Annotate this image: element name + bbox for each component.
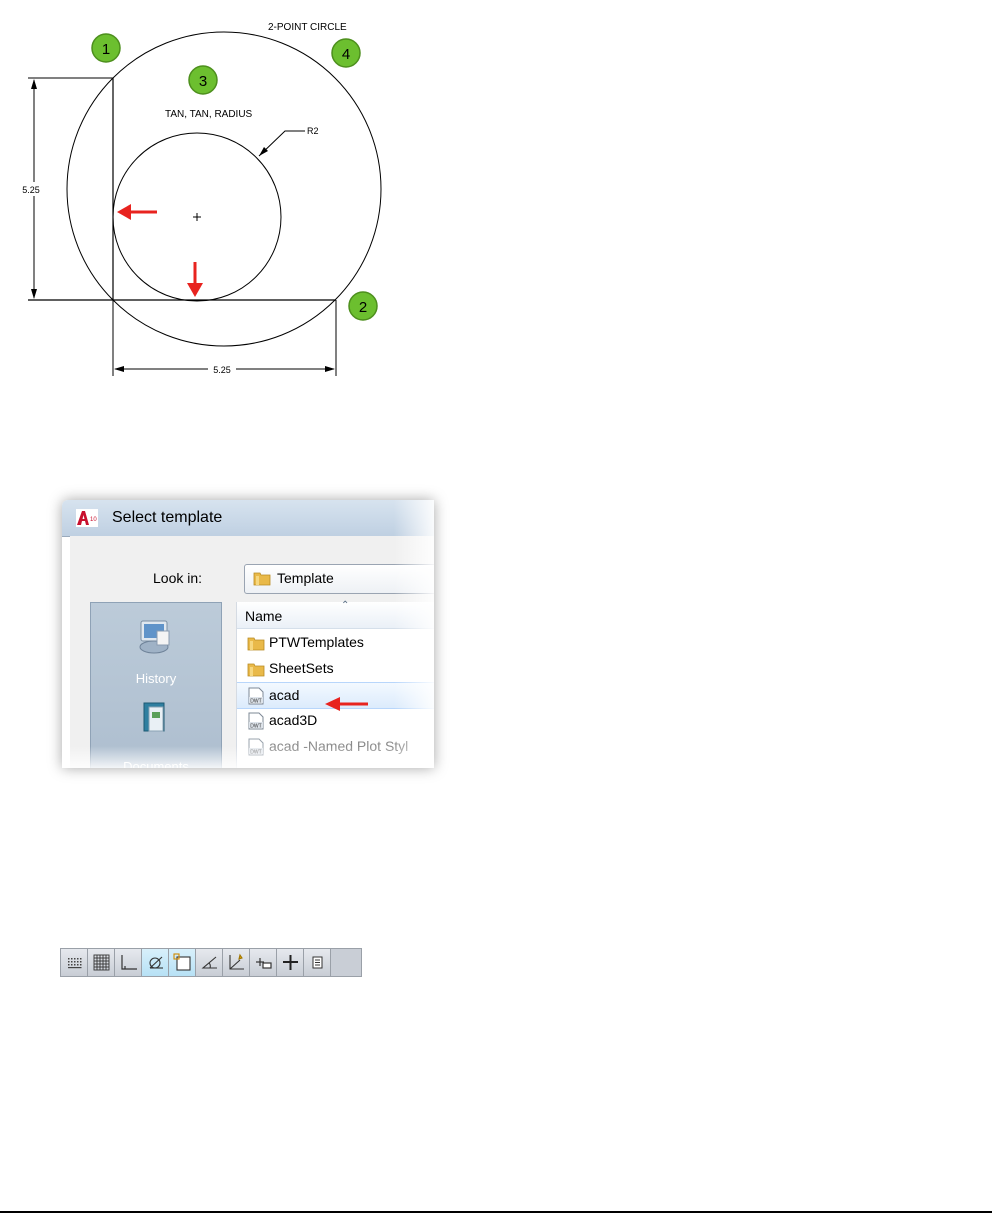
list-item[interactable]: SheetSets — [237, 656, 434, 681]
svg-text:1: 1 — [102, 41, 110, 58]
autocad-icon: 10 — [76, 509, 98, 527]
ortho-mode-icon — [121, 955, 137, 970]
tangent-arrow-left — [117, 204, 157, 220]
snap-mode-button[interactable] — [61, 949, 88, 976]
folder-icon — [253, 572, 271, 586]
radius-label: R2 — [307, 126, 319, 136]
file-name: acad — [269, 687, 300, 703]
folder-icon — [247, 663, 265, 677]
places-history[interactable]: History — [91, 611, 221, 691]
polar-tracking-button[interactable] — [142, 949, 169, 976]
pointer-arrow-icon — [325, 697, 368, 711]
tan-tan-radius-label: TAN, TAN, RADIUS — [165, 109, 253, 120]
dynamic-input-button[interactable] — [250, 949, 277, 976]
places-history-label: History — [135, 671, 177, 686]
dynamic-ucs-icon — [229, 953, 244, 970]
dynamic-input-icon — [256, 958, 272, 969]
svg-text:10: 10 — [90, 517, 97, 523]
snap-mode-icon — [68, 958, 82, 969]
svg-text:DWT: DWT — [250, 699, 261, 705]
svg-text:3: 3 — [199, 73, 207, 90]
grid-display-icon — [93, 954, 110, 971]
horizontal-dim-arrow-right — [325, 366, 335, 372]
file-name: acad -Named Plot Styl — [269, 738, 409, 754]
quick-properties-icon — [312, 956, 323, 969]
vertical-dim-arrow-top — [31, 79, 37, 89]
look-in-dropdown[interactable]: Template — [244, 564, 434, 594]
center-mark — [193, 213, 201, 221]
sort-ascending-icon: ⌃ — [341, 600, 350, 611]
horizontal-dimension-text: 5.25 — [213, 365, 231, 375]
3d-object-snap-button[interactable] — [196, 949, 223, 976]
select-template-dialog: 10 Select template Look in: Template His… — [62, 500, 434, 768]
horizontal-dim-arrow-left — [114, 366, 124, 372]
list-item[interactable]: DWT acad -Named Plot Styl — [237, 734, 434, 759]
history-icon — [139, 620, 170, 654]
marker-1: 1 — [91, 33, 121, 63]
svg-text:DWT: DWT — [250, 724, 261, 730]
svg-text:2: 2 — [359, 299, 367, 316]
status-bar-toggles — [60, 948, 362, 977]
marker-2: 2 — [348, 291, 378, 321]
svg-text:DWT: DWT — [250, 750, 261, 756]
column-header-label: Name — [245, 608, 283, 624]
object-snap-icon — [173, 953, 191, 971]
file-name: acad3D — [269, 712, 318, 728]
two-point-circle-label: 2-POINT CIRCLE — [268, 22, 347, 33]
folder-icon — [247, 637, 265, 651]
polar-tracking-icon — [149, 956, 163, 969]
marker-3: 3 — [188, 65, 218, 95]
list-item[interactable]: PTWTemplates — [237, 630, 434, 655]
lineweight-button[interactable] — [277, 949, 304, 976]
places-bar: History Documents — [90, 602, 222, 768]
dwt-file-icon: DWT — [248, 712, 264, 730]
object-snap-button[interactable] — [169, 949, 196, 976]
vertical-dim-arrow-bottom — [31, 289, 37, 299]
documents-icon — [143, 702, 165, 732]
quick-properties-button[interactable] — [304, 949, 331, 976]
marker-4: 4 — [331, 38, 361, 68]
dialog-body: Look in: Template History Documents ⌃ Na… — [70, 536, 434, 768]
file-name: SheetSets — [269, 660, 334, 676]
look-in-value: Template — [277, 570, 334, 586]
3d-object-snap-icon — [201, 956, 217, 969]
file-name: PTWTemplates — [269, 634, 364, 650]
dynamic-ucs-button[interactable] — [223, 949, 250, 976]
svg-text:4: 4 — [342, 46, 350, 63]
radius-leader — [258, 130, 305, 157]
dwt-file-icon: DWT — [248, 687, 264, 705]
vertical-dimension-text: 5.25 — [22, 185, 40, 195]
ortho-mode-button[interactable] — [115, 949, 142, 976]
places-documents[interactable]: Documents — [91, 695, 221, 768]
grid-display-button[interactable] — [88, 949, 115, 976]
column-header-name[interactable]: ⌃ Name — [237, 600, 434, 629]
places-documents-label: Documents — [123, 759, 189, 768]
file-list: ⌃ Name PTWTemplates SheetSets DWT acad D… — [236, 600, 434, 768]
lineweight-icon — [283, 955, 298, 970]
dialog-title: Select template — [112, 509, 223, 526]
look-in-label: Look in: — [153, 570, 203, 586]
circle-drawing: 5.25 5.25 R2 2-POINT CIRCLE TAN, TAN, RA… — [22, 22, 382, 376]
dialog-titlebar[interactable]: 10 Select template — [62, 500, 434, 537]
outer-circle — [66, 31, 382, 347]
dwt-file-icon: DWT — [248, 738, 264, 756]
tangent-arrow-down — [187, 262, 203, 297]
